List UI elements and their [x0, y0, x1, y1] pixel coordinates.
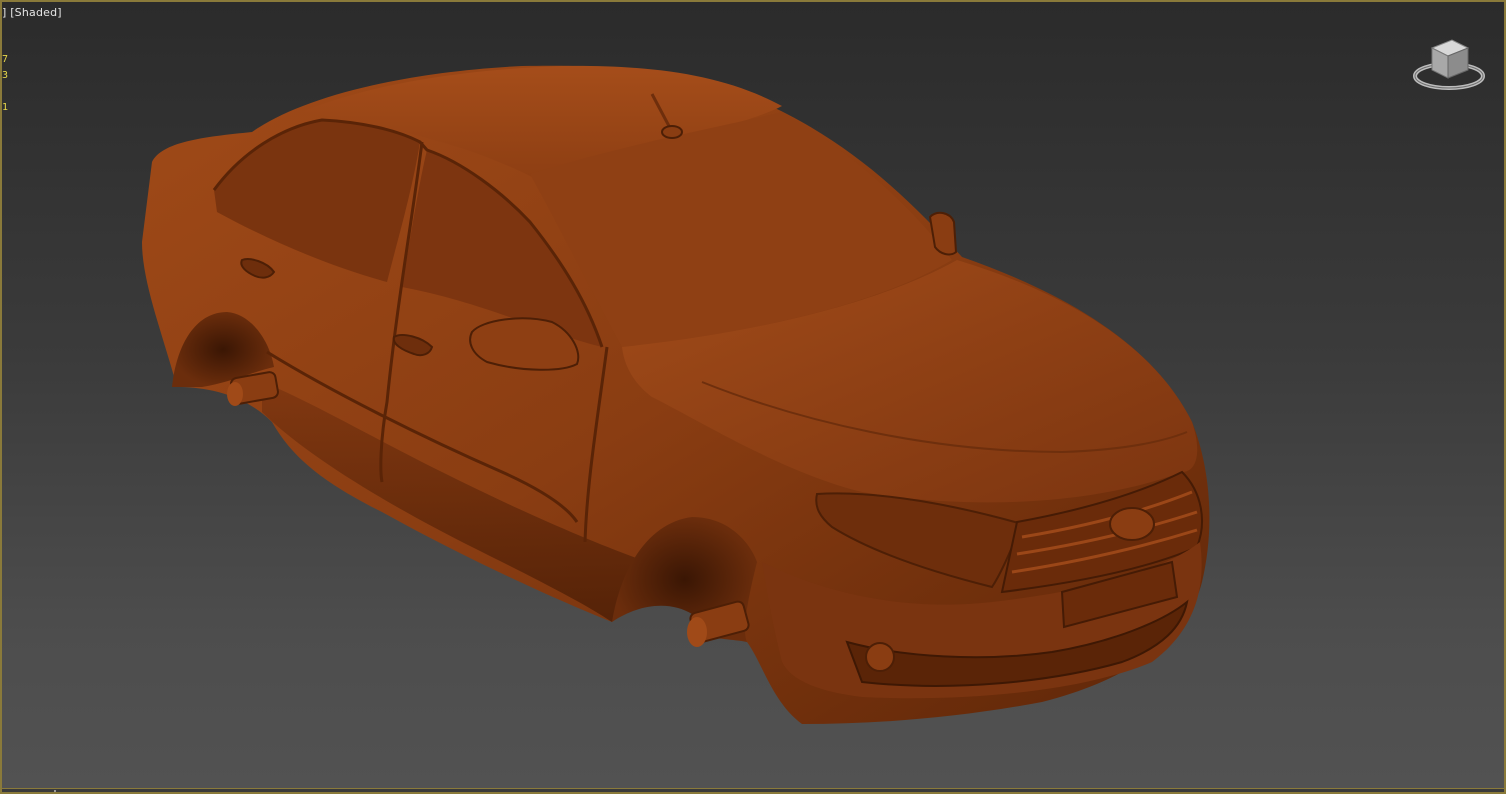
- 3d-viewport[interactable]: ] [Shaded] 07 23 01: [0, 0, 1506, 794]
- viewport-bottom-border: [2, 788, 1504, 792]
- brand-emblem: [1109, 507, 1155, 541]
- stat-line: 07: [2, 54, 9, 65]
- timeline-tick: [54, 790, 56, 792]
- viewport-label[interactable]: ] [Shaded]: [2, 6, 62, 19]
- car-model-render[interactable]: [2, 2, 1506, 794]
- stat-line: 23: [2, 70, 9, 81]
- fog-light: [865, 642, 895, 672]
- viewcube-icon[interactable]: [1406, 36, 1492, 96]
- stat-line: 01: [2, 102, 9, 113]
